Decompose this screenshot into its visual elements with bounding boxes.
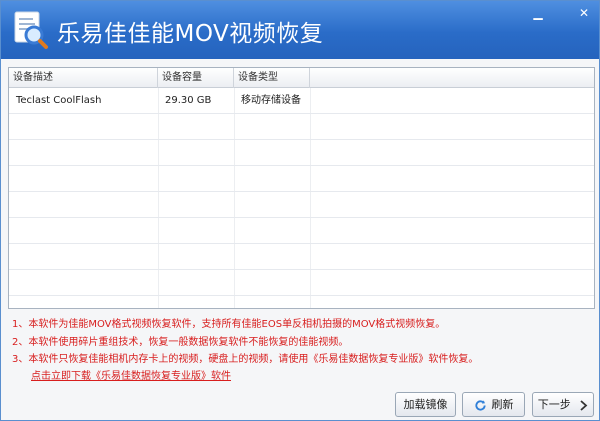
- device-capacity: 29.30 GB: [165, 95, 212, 106]
- empty-table-row: [9, 166, 594, 192]
- empty-table-row: [9, 140, 594, 166]
- window-title: 乐易佳佳能MOV视频恢复: [57, 21, 324, 47]
- table-header: 设备描述 设备容量 设备类型: [9, 68, 594, 88]
- app-window: 乐易佳佳能MOV视频恢复 ▁ ✕ 设备描述 设备容量 设备类型 Teclast …: [0, 0, 600, 421]
- device-description: Teclast CoolFlash: [16, 95, 102, 106]
- device-table[interactable]: 设备描述 设备容量 设备类型 Teclast CoolFlash 29.30 G…: [8, 67, 595, 309]
- empty-table-row: [9, 114, 594, 140]
- download-link[interactable]: 点击立即下载《乐易佳数据恢复专业版》软件: [31, 367, 231, 382]
- next-button[interactable]: 下一步: [532, 392, 594, 417]
- note-line-2: 2、本软件使用碎片重组技术，恢复一般数据恢复软件不能恢复的佳能视频。: [12, 337, 349, 348]
- empty-table-row: [9, 218, 594, 244]
- table-row[interactable]: Teclast CoolFlash 29.30 GB 移动存储设备: [9, 88, 594, 114]
- chevron-right-icon: [579, 399, 588, 411]
- note-line-1: 1、本软件为佳能MOV格式视频恢复软件，支持所有佳能EOS单反相机拍摄的MOV格…: [12, 319, 446, 330]
- empty-table-row: [9, 192, 594, 218]
- close-button[interactable]: ✕: [575, 5, 593, 21]
- load-image-button[interactable]: 加载镜像: [395, 392, 456, 417]
- empty-table-row: [9, 244, 594, 270]
- column-header-description[interactable]: 设备描述: [9, 68, 158, 88]
- device-type: 移动存储设备: [241, 95, 301, 106]
- title-bar: 乐易佳佳能MOV视频恢复 ▁ ✕: [1, 1, 599, 59]
- refresh-icon: [474, 399, 487, 412]
- note-line-3: 3、本软件只恢复佳能相机内存卡上的视频，硬盘上的视频，请使用《乐易佳数据恢复专业…: [12, 354, 479, 365]
- minimize-button[interactable]: ▁: [529, 5, 547, 21]
- empty-table-row: [9, 270, 594, 296]
- magnifier-document-icon: [13, 10, 49, 50]
- column-header-capacity[interactable]: 设备容量: [158, 68, 234, 88]
- refresh-button[interactable]: 刷新: [462, 392, 525, 417]
- next-label: 下一步: [537, 398, 571, 411]
- load-image-label: 加载镜像: [403, 398, 448, 411]
- refresh-label: 刷新: [491, 398, 514, 411]
- column-header-type[interactable]: 设备类型: [234, 68, 310, 88]
